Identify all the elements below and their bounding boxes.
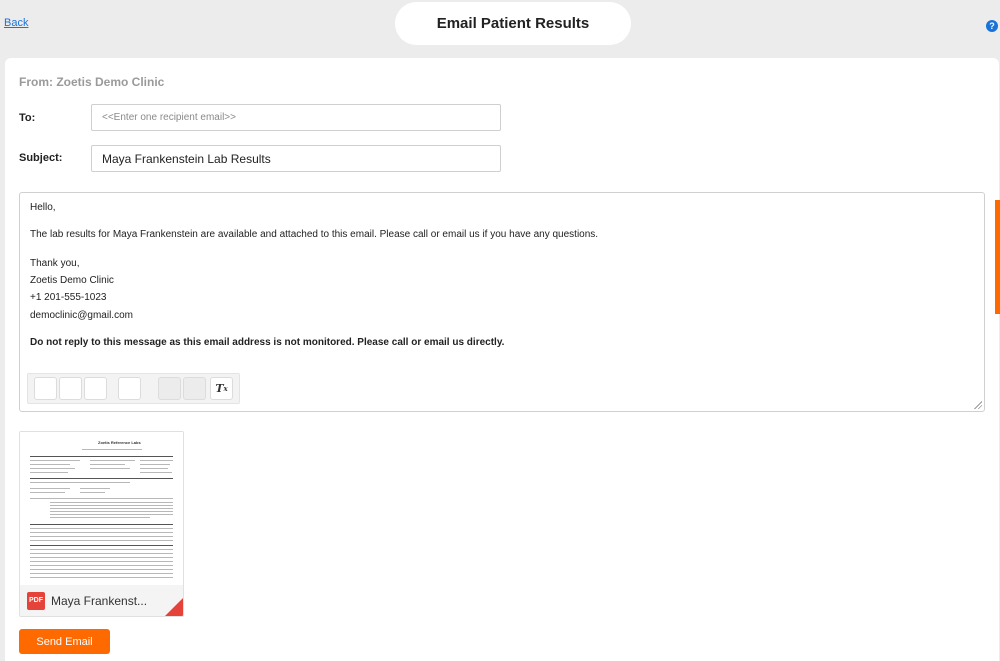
subject-label: Subject: [19,152,63,164]
clear-formatting-icon[interactable]: Tx [210,377,233,400]
pdf-icon: PDF [27,591,45,610]
thumb-title: Zoetis Reference Labs [98,440,141,445]
toolbar-button-2[interactable] [59,377,82,400]
toolbar-button-4[interactable] [118,377,141,400]
subject-value: Maya Frankenstein Lab Results [102,151,271,166]
message-editor[interactable]: Hello, The lab results for Maya Frankens… [19,192,985,412]
page-fold-icon [165,598,183,616]
page-title: Email Patient Results [395,2,631,45]
back-link[interactable]: Back [4,17,28,29]
pdf-attachment[interactable]: Zoetis Reference Labs PDF Maya Frankenst… [19,431,184,617]
attachment-filename: Maya Frankenst... [51,593,148,608]
toolbar-button-1[interactable] [34,377,57,400]
attachment-footer: PDF Maya Frankenst... [20,585,183,616]
body-message: The lab results for Maya Frankenstein ar… [30,229,599,240]
to-label: To: [19,112,36,124]
to-email-placeholder: <<Enter one recipient email>> [102,112,236,123]
toolbar-button-5[interactable] [158,377,181,400]
resize-grip-icon[interactable] [974,401,982,409]
from-label: From: Zoetis Demo Clinic [19,75,165,89]
help-icon[interactable]: ? [986,20,998,32]
toolbar-button-3[interactable] [84,377,107,400]
email-form-card: From: Zoetis Demo Clinic To: <<Enter one… [5,58,999,661]
send-email-button[interactable]: Send Email [19,629,110,654]
scrollbar-thumb[interactable] [995,200,1000,314]
body-phone: +1 201-555-1023 [30,292,107,303]
page-title-text: Email Patient Results [436,15,590,32]
body-email: democlinic@gmail.com [30,310,133,321]
toolbar-button-6[interactable] [183,377,206,400]
body-signoff: Thank you, [30,258,80,269]
body-notice: Do not reply to this message as this ema… [30,337,505,348]
attachment-thumbnail: Zoetis Reference Labs [20,432,183,585]
editor-toolbar: Tx [27,373,240,404]
body-greeting: Hello, [30,202,56,213]
to-email-input[interactable]: <<Enter one recipient email>> [91,104,501,131]
subject-input[interactable]: Maya Frankenstein Lab Results [91,145,501,172]
body-clinic-name: Zoetis Demo Clinic [30,275,114,286]
